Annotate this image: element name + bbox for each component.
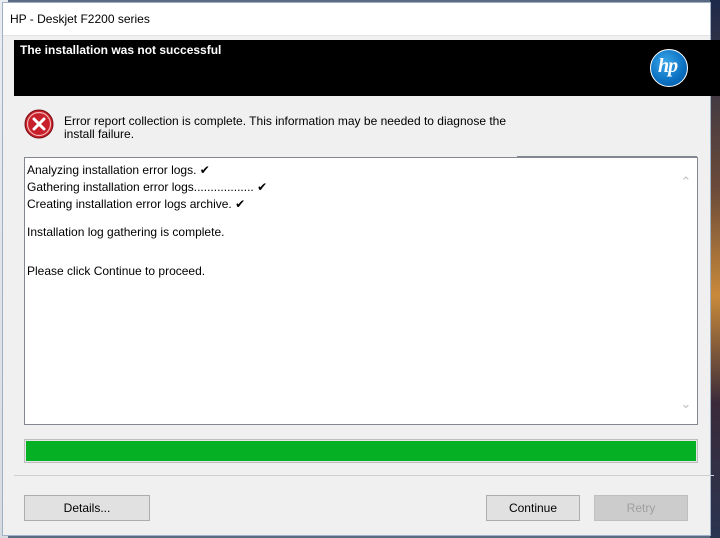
hp-logo: hp [650,49,688,87]
log-line: Analyzing installation error logs. ✔ [27,163,210,177]
continue-button[interactable]: Continue [486,495,580,521]
log-box-top-line [517,156,697,157]
log-line: Gathering installation error logs.......… [27,180,268,194]
hp-logo-text: hp [658,55,678,77]
details-button[interactable]: Details... [24,495,150,521]
window-title: HP - Deskjet F2200 series [10,12,150,26]
scroll-down-icon[interactable]: ⌄ [679,396,693,411]
progress-fill [26,441,696,461]
header-banner: The installation was not successful hp [14,40,720,96]
title-bar[interactable]: HP - Deskjet F2200 series [3,3,710,36]
progress-bar [24,439,698,463]
banner-heading: The installation was not successful [20,43,222,57]
scroll-up-icon[interactable]: ⌃ [679,174,693,189]
log-line: Please click Continue to proceed. [27,264,206,278]
error-icon [24,109,54,139]
installer-window: HP - Deskjet F2200 series The installati… [2,2,720,536]
log-textbox[interactable]: Analyzing installation error logs. ✔ Gat… [24,156,698,425]
divider [14,475,714,476]
error-message: Error report collection is complete. Thi… [64,114,507,141]
log-line: Creating installation error logs archive… [27,197,246,211]
log-lines: Analyzing installation error logs. ✔ Gat… [27,162,267,280]
log-line: Installation log gathering is complete. [27,225,225,239]
retry-button[interactable]: Retry [594,495,688,521]
